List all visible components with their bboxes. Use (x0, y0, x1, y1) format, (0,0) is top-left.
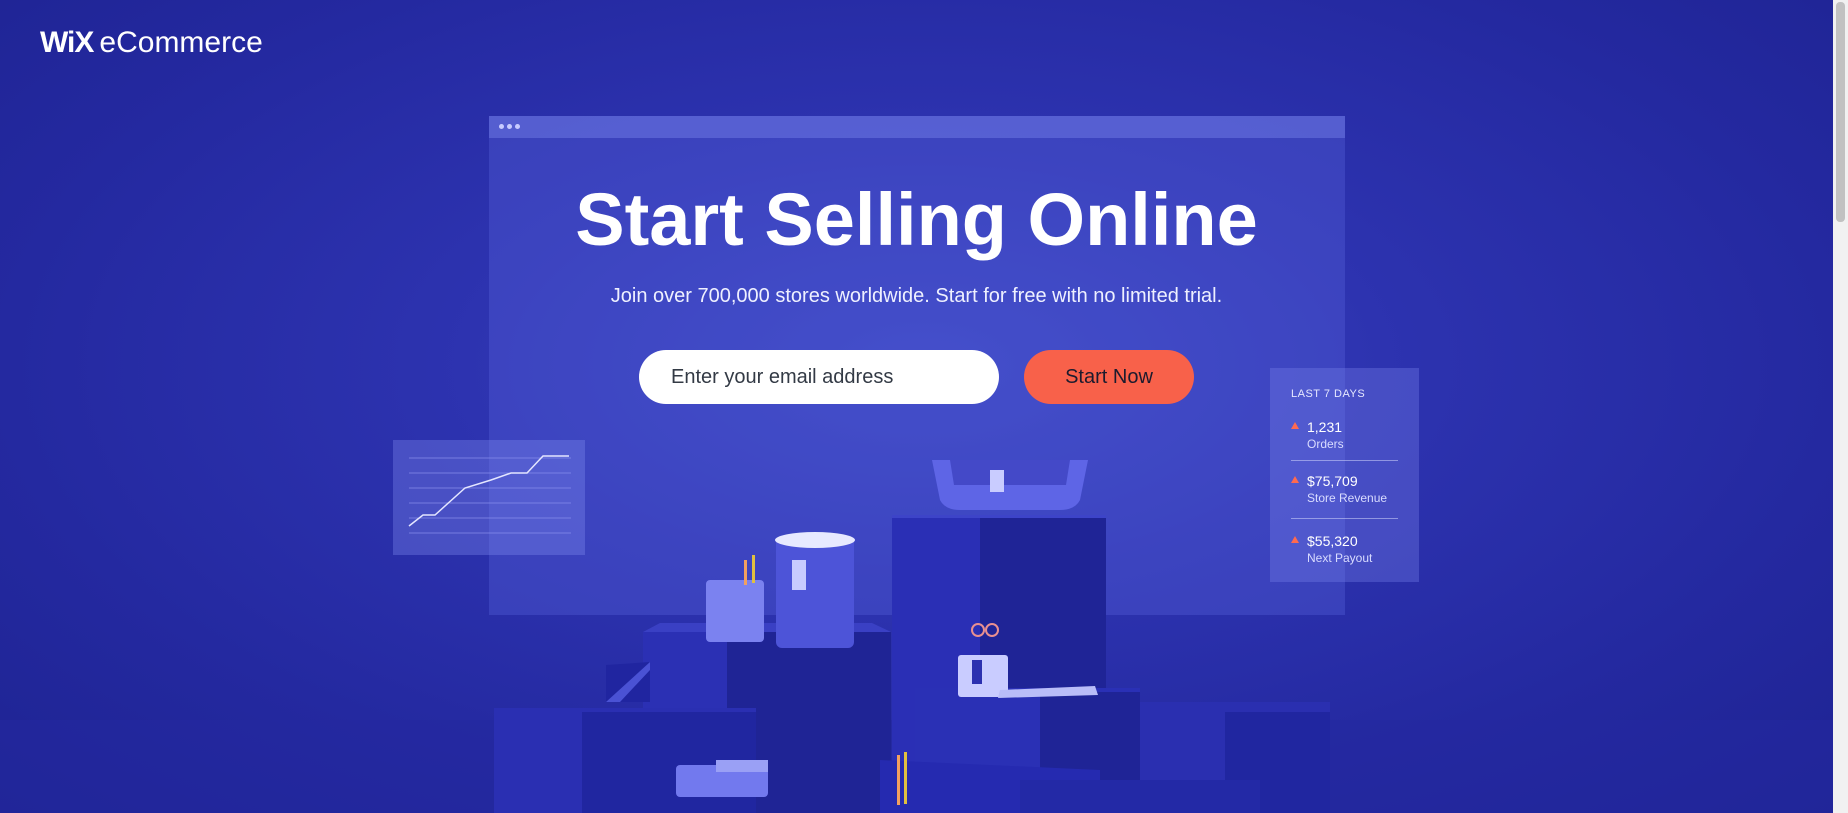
stats-card: LAST 7 DAYS 1,231 Orders $75,709 Store R… (1270, 368, 1419, 582)
stats-card-title: LAST 7 DAYS (1291, 388, 1366, 400)
product-display-illustration (0, 460, 1833, 813)
up-triangle-icon (1291, 422, 1299, 429)
stat-value: $55,320 (1307, 533, 1358, 549)
stat-divider (1291, 460, 1398, 461)
email-input[interactable] (639, 350, 999, 404)
sales-trend-icon (408, 455, 571, 534)
up-triangle-icon (1291, 536, 1299, 543)
sales-chart-card (393, 440, 585, 555)
stat-label: Orders (1307, 437, 1344, 451)
page-title: Start Selling Online (575, 178, 1258, 261)
stat-value: 1,231 (1307, 419, 1343, 435)
up-triangle-icon (1291, 476, 1299, 483)
start-now-button[interactable]: Start Now (1024, 350, 1194, 404)
page-subtitle: Join over 700,000 stores worldwide. Star… (610, 285, 1223, 307)
stat-label: Store Revenue (1307, 491, 1388, 505)
wix-logo-mark: WiX (40, 26, 94, 59)
page-scrollbar[interactable] (1833, 0, 1848, 813)
scrollbar-thumb[interactable] (1836, 2, 1845, 222)
logo-product-name: eCommerce (99, 26, 263, 59)
stat-value: $75,709 (1307, 473, 1358, 489)
wix-ecommerce-logo[interactable]: WiX eCommerce (40, 26, 263, 60)
stat-label: Next Payout (1307, 551, 1373, 565)
window-dots-icon (499, 124, 520, 129)
browser-title-bar (489, 116, 1345, 138)
stat-divider (1291, 518, 1398, 519)
